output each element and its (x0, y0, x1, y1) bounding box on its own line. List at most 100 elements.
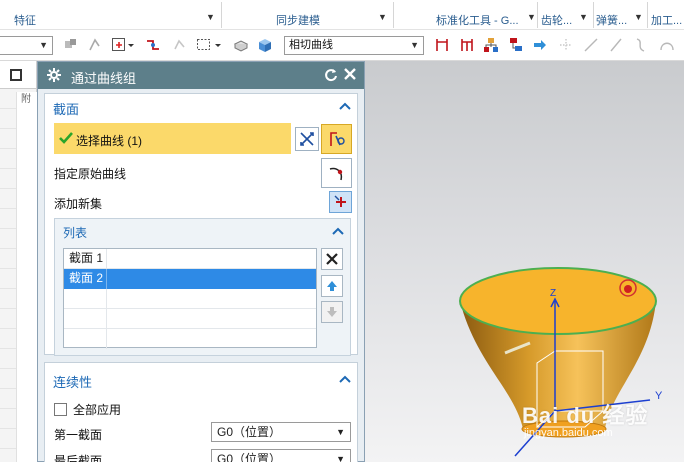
selection-point[interactable] (624, 285, 632, 293)
top-section-curve[interactable] (459, 267, 657, 335)
add-new-set-button[interactable] (329, 191, 352, 213)
line-tool-icon (607, 36, 625, 54)
first-section-dropdown[interactable]: G0（位置） ▼ (211, 422, 351, 442)
dropdown-arrow-icon[interactable] (127, 36, 135, 54)
check-icon (59, 132, 73, 144)
ribbon-group-spring[interactable]: 弹簧... ▼ (594, 0, 646, 30)
ribbon-group-label: 加工... (651, 15, 683, 27)
midpoint-snap-icon[interactable] (458, 36, 476, 54)
curve-select-icon (329, 132, 345, 146)
reverse-direction-icon (300, 132, 314, 146)
close-icon[interactable] (343, 67, 357, 81)
select-features-icon[interactable] (62, 36, 80, 54)
chevron-down-icon[interactable]: ▼ (579, 12, 588, 22)
collapse-icon[interactable] (339, 102, 351, 110)
section-header[interactable]: 截面 (53, 99, 79, 118)
curve-snap-icon[interactable] (144, 36, 162, 54)
dropdown-arrow-icon[interactable] (214, 36, 222, 54)
ribbon-group-features[interactable]: 特征 ▼ (0, 0, 220, 30)
section-list-panel: 列表 截面 1 截面 2 (54, 218, 351, 356)
reset-icon[interactable] (324, 68, 338, 82)
dialog-titlebar[interactable]: 通过曲线组 (38, 62, 364, 89)
ribbon-group-bar: 特征 ▼ 同步建模 ▼ 标准化工具 - G... ▼ 齿轮... ▼ 弹簧...… (0, 0, 684, 30)
list-item[interactable]: 截面 2 (64, 269, 316, 289)
list-cell-empty (64, 309, 107, 329)
maximize-icon[interactable] (10, 69, 22, 81)
navigator-header (0, 61, 36, 89)
origin-curve-button[interactable] (321, 158, 352, 188)
curve-rule-combo[interactable]: 相切曲线 ▼ (284, 36, 424, 55)
collapse-icon[interactable] (339, 375, 351, 383)
curve-selection-button[interactable] (321, 124, 352, 154)
arc-tool-icon (658, 36, 676, 54)
add-set-icon (334, 195, 346, 207)
continuity-panel: 连续性 全部应用 第一截面 G0（位置） ▼ 最后截面 G0（位置） ▼ (44, 362, 358, 462)
reverse-direction-button[interactable] (295, 127, 319, 151)
list-item-label: 截面 1 (64, 249, 107, 269)
line-tool-icon (582, 36, 600, 54)
snap-point-icon[interactable] (86, 36, 104, 54)
chevron-down-icon: ▼ (336, 427, 345, 437)
ribbon-group-standard-tools[interactable]: 标准化工具 - G... ▼ (394, 0, 536, 30)
list-cell-empty (64, 289, 107, 309)
origin-curve-icon (329, 167, 342, 181)
select-box-icon[interactable] (110, 36, 128, 54)
solid-body-icon[interactable] (256, 36, 274, 54)
navigator-column: 附 (16, 92, 37, 462)
list-item-label: 截面 2 (64, 269, 107, 289)
list-cell-empty (64, 329, 107, 349)
chevron-down-icon[interactable]: ▼ (634, 12, 643, 22)
watermark-url: jingyan.baidu.com (524, 427, 613, 439)
apply-all-label: 全部应用 (73, 403, 122, 417)
select-curve-row[interactable]: 选择曲线 (1) (54, 123, 291, 154)
remove-section-button[interactable] (321, 248, 343, 270)
continuity-header[interactable]: 连续性 (53, 372, 92, 391)
ribbon-group-label: 标准化工具 - G... (436, 15, 519, 27)
list-item-empty (64, 309, 316, 329)
watermark-logo: Bai du 经验 (522, 403, 649, 428)
rectangle-select-icon[interactable] (195, 36, 213, 54)
move-down-button[interactable] (321, 301, 343, 323)
ribbon-group-label: 齿轮... (541, 15, 573, 27)
origin-curve-label: 指定原始曲线 (54, 167, 127, 181)
gear-icon[interactable] (46, 67, 62, 83)
last-section-dropdown[interactable]: G0（位置） ▼ (211, 449, 351, 462)
chevron-down-icon[interactable]: ▼ (378, 12, 387, 22)
select-curve-label: 选择曲线 (1) (76, 134, 143, 148)
arrow-right-icon[interactable] (531, 36, 549, 54)
move-up-button[interactable] (321, 275, 343, 297)
endpoint-snap-icon[interactable] (433, 36, 451, 54)
chevron-down-icon: ▼ (39, 40, 48, 50)
body-filter-icon[interactable] (232, 36, 250, 54)
chevron-down-icon[interactable]: ▼ (206, 12, 215, 22)
chevron-down-icon: ▼ (336, 454, 345, 462)
type-filter-combo[interactable]: ▼ (0, 36, 53, 55)
apply-all-checkbox[interactable] (54, 403, 67, 416)
hierarchy-tool-icon[interactable] (507, 36, 525, 54)
z-axis-label: Z (550, 288, 556, 299)
section-panel: 截面 选择曲线 (1) 指定原始曲线 添加新集 列表 截面 1 截面 2 (44, 93, 358, 356)
first-section-label: 第一截面 (54, 428, 103, 442)
y-axis-label: Y (655, 390, 663, 402)
dotted-snap-icon (557, 36, 575, 54)
ribbon-group-label: 弹簧... (596, 15, 628, 27)
ribbon-group-gear[interactable]: 齿轮... ▼ (538, 0, 593, 30)
list-item-empty (64, 329, 316, 349)
last-section-label: 最后截面 (54, 454, 103, 462)
first-section-value: G0（位置） (217, 425, 282, 439)
chevron-down-icon[interactable]: ▼ (527, 12, 536, 22)
add-new-set-label: 添加新集 (54, 197, 103, 211)
arrow-up-icon (327, 281, 337, 291)
ribbon-group-machining[interactable]: 加工... (648, 0, 684, 30)
collapse-icon[interactable] (332, 227, 344, 235)
list-header[interactable]: 列表 (63, 224, 87, 241)
curve-tool-icon (632, 36, 650, 54)
navigator-column-caption: 附 (21, 94, 31, 105)
tree-tool-icon[interactable] (482, 36, 500, 54)
list-item[interactable]: 截面 1 (64, 249, 316, 269)
curve-rule-value: 相切曲线 (289, 39, 333, 51)
last-section-value: G0（位置） (217, 452, 282, 462)
section-list: 截面 1 截面 2 (63, 248, 317, 349)
dialog-title: 通过曲线组 (71, 71, 137, 86)
ribbon-group-sync-modeling[interactable]: 同步建模 ▼ (222, 0, 392, 30)
